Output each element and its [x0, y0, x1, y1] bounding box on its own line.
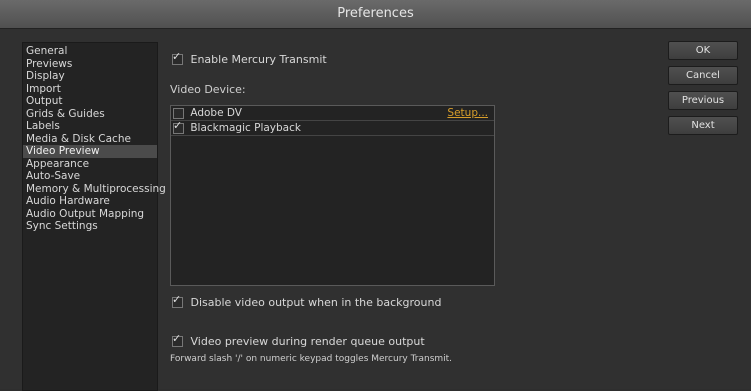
sidebar-item-audio-output-mapping[interactable]: Audio Output Mapping — [23, 208, 157, 221]
sidebar-item-video-preview[interactable]: Video Preview — [23, 145, 157, 158]
video-device-list[interactable]: Adobe DV Setup... Blackmagic Playback — [170, 105, 495, 286]
window-title: Preferences — [0, 0, 751, 29]
disable-background-label: Disable video output when in the backgro… — [190, 295, 442, 309]
render-queue-checkbox[interactable] — [172, 332, 183, 347]
device-label: Blackmagic Playback — [190, 122, 301, 134]
sidebar-item-appearance[interactable]: Appearance — [23, 158, 157, 171]
sidebar-item-import[interactable]: Import — [23, 83, 157, 96]
disable-background-checkbox[interactable] — [172, 293, 183, 308]
sidebar-item-sync-settings[interactable]: Sync Settings — [23, 220, 157, 233]
video-device-label: Video Device: — [170, 83, 246, 96]
cancel-button[interactable]: Cancel — [668, 66, 738, 85]
enable-mercury-checkbox[interactable] — [172, 50, 183, 65]
mercury-toggle-note: Forward slash '/' on numeric keypad togg… — [170, 354, 453, 364]
video-preview-panel: Enable Mercury Transmit Video Device: Ad… — [170, 29, 510, 389]
blackmagic-checkbox[interactable] — [173, 119, 184, 134]
sidebar-item-audio-hardware[interactable]: Audio Hardware — [23, 195, 157, 208]
device-item-adobe-dv[interactable]: Adobe DV Setup... — [171, 106, 494, 121]
enable-mercury-label: Enable Mercury Transmit — [190, 52, 327, 66]
sidebar-item-previews[interactable]: Previews — [23, 58, 157, 71]
adobe-dv-checkbox[interactable] — [173, 107, 184, 119]
setup-link[interactable]: Setup... — [447, 106, 488, 120]
preferences-window: General Previews Display Import Output Grids … — [0, 29, 751, 391]
sidebar-item-output[interactable]: Output — [23, 95, 157, 108]
sidebar-item-media-disk-cache[interactable]: Media & Disk Cache — [23, 133, 157, 146]
category-list[interactable]: General Previews Display Import Output Grids … — [22, 42, 166, 391]
render-queue-label: Video preview during render queue output — [190, 334, 425, 348]
ok-button[interactable]: OK — [668, 41, 738, 60]
previous-button[interactable]: Previous — [668, 91, 738, 110]
next-button[interactable]: Next — [668, 116, 738, 135]
sidebar-item-auto-save[interactable]: Auto-Save — [23, 170, 157, 183]
sidebar-item-general[interactable]: General — [23, 45, 157, 58]
enable-mercury-row[interactable]: Enable Mercury Transmit — [172, 50, 327, 66]
render-queue-row[interactable]: Video preview during render queue output — [172, 332, 425, 348]
sidebar-item-labels[interactable]: Labels — [23, 120, 157, 133]
disable-background-row[interactable]: Disable video output when in the backgro… — [172, 293, 442, 309]
sidebar-item-grids-guides[interactable]: Grids & Guides — [23, 108, 157, 121]
sidebar-item-memory-multiprocessing[interactable]: Memory & Multiprocessing — [23, 183, 166, 196]
category-list-items: General Previews Display Import Output Grids … — [23, 43, 166, 233]
dialog-buttons: OK Cancel Previous Next — [668, 41, 738, 141]
sidebar-item-display[interactable]: Display — [23, 70, 157, 83]
device-item-blackmagic[interactable]: Blackmagic Playback — [171, 119, 494, 136]
device-label: Adobe DV — [190, 107, 242, 119]
